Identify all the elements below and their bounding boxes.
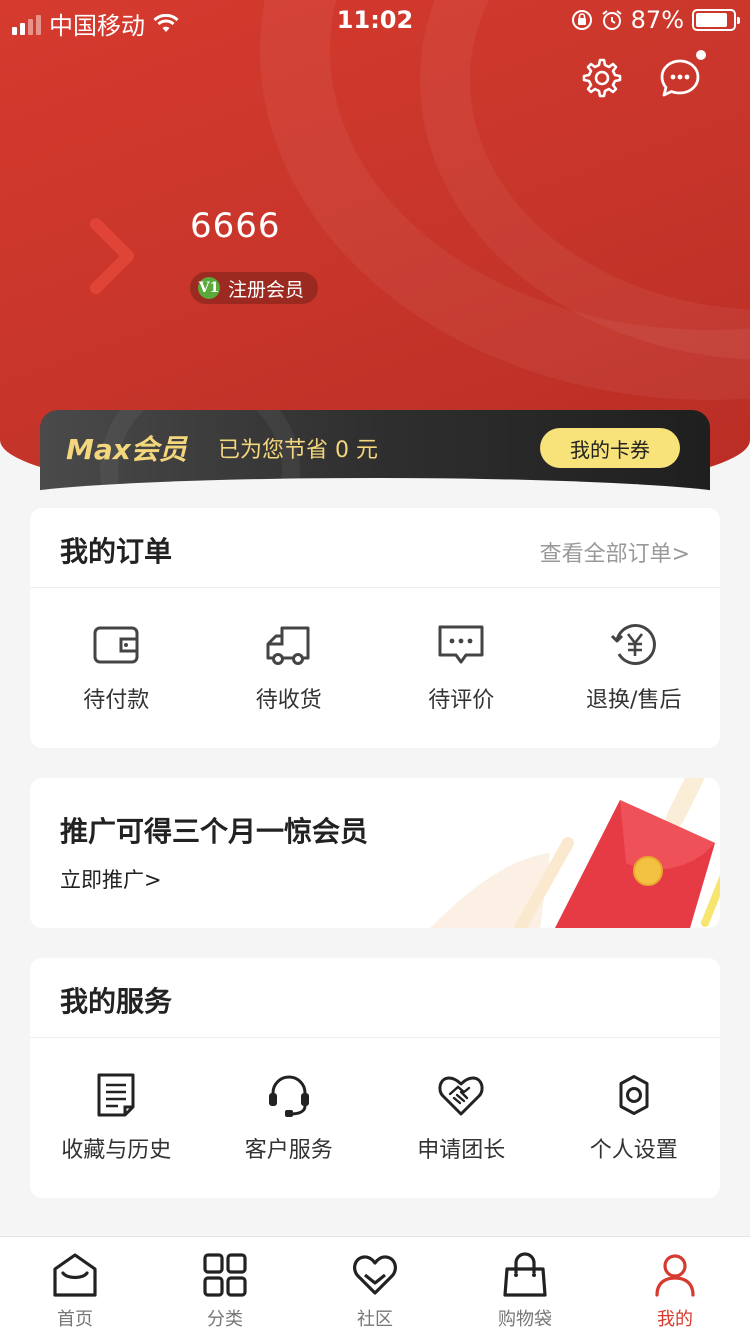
truck-icon: [266, 626, 310, 665]
order-pending-review[interactable]: 待评价: [375, 588, 548, 748]
service-apply-leader[interactable]: 申请团长: [375, 1038, 548, 1198]
battery-percent: 87%: [630, 6, 684, 34]
home-icon: [53, 1253, 97, 1297]
service-personal-settings[interactable]: 个人设置: [548, 1038, 721, 1198]
orders-card: 我的订单 查看全部订单> 待付款 待收货 待评价 退换/售后: [30, 508, 720, 748]
order-item-label: 待评价: [428, 688, 495, 713]
services-title: 我的服务: [60, 985, 173, 1018]
handshake-icon: [438, 1076, 484, 1116]
user-icon: [655, 1254, 695, 1297]
comment-icon: [438, 625, 484, 664]
tab-mine[interactable]: 我的: [600, 1237, 750, 1334]
rotation-lock-icon: [571, 10, 592, 30]
promotion-banner[interactable]: 推广可得三个月一惊会员 立即推广>: [30, 778, 720, 928]
document-icon: [97, 1073, 135, 1117]
max-title: Max会员: [66, 433, 187, 466]
service-favorites-history[interactable]: 收藏与历史: [30, 1038, 203, 1198]
tab-label: 首页: [57, 1309, 93, 1330]
member-badge[interactable]: V1 注册会员: [190, 272, 319, 304]
service-customer-service[interactable]: 客户服务: [203, 1038, 376, 1198]
tab-home[interactable]: 首页: [0, 1237, 150, 1334]
service-item-label: 个人设置: [589, 1138, 678, 1163]
wallet-icon: [93, 626, 139, 664]
vip-level-icon: V1: [198, 277, 220, 299]
service-item-label: 收藏与历史: [61, 1138, 172, 1163]
tab-community[interactable]: 社区: [300, 1237, 450, 1334]
red-envelope-icon: [430, 778, 720, 928]
services-card: 我的服务 收藏与历史 客户服务 申请团长 个人设置: [30, 958, 720, 1198]
service-item-label: 申请团长: [417, 1138, 506, 1163]
member-label: 注册会员: [228, 278, 305, 301]
heart-icon: [353, 1255, 397, 1295]
tab-label: 购物袋: [498, 1309, 552, 1330]
order-pending-delivery[interactable]: 待收货: [203, 588, 376, 748]
chevron-right-icon: [90, 218, 134, 294]
message-icon[interactable]: [658, 56, 702, 100]
settings-gear-icon[interactable]: [578, 56, 622, 100]
my-coupons-button[interactable]: 我的卡券: [540, 428, 680, 468]
order-item-label: 待付款: [83, 688, 150, 713]
headset-icon: [268, 1075, 309, 1117]
promote-now-link[interactable]: 立即推广>: [60, 864, 162, 894]
order-item-label: 退换/售后: [586, 688, 682, 713]
promo-title: 推广可得三个月一惊会员: [60, 815, 369, 848]
notification-dot: [696, 50, 706, 60]
order-item-label: 待收货: [255, 688, 322, 713]
tab-label: 社区: [357, 1309, 393, 1330]
refund-icon: [610, 624, 656, 665]
tab-category[interactable]: 分类: [150, 1237, 300, 1334]
service-item-label: 客户服务: [244, 1138, 333, 1163]
battery-icon: [692, 9, 740, 31]
tab-label: 分类: [207, 1309, 243, 1330]
order-refund-aftersale[interactable]: 退换/售后: [548, 588, 721, 748]
grid-icon: [203, 1253, 247, 1297]
tab-shopping-bag[interactable]: 购物袋: [450, 1237, 600, 1334]
gear-icon: [619, 1075, 649, 1115]
username[interactable]: 6666: [190, 206, 281, 246]
order-pending-payment[interactable]: 待付款: [30, 588, 203, 748]
savings-text: 已为您节省 0 元: [218, 438, 378, 463]
alarm-icon: [602, 10, 622, 30]
status-bar: 中国移动 11:02 87%: [0, 0, 750, 40]
bottom-tab-bar: 首页 分类 社区 购物袋 我的: [0, 1236, 750, 1334]
bag-icon: [503, 1252, 547, 1297]
view-all-orders-link[interactable]: 查看全部订单>: [540, 536, 690, 568]
orders-title: 我的订单: [60, 535, 173, 568]
tab-label: 我的: [657, 1309, 693, 1330]
